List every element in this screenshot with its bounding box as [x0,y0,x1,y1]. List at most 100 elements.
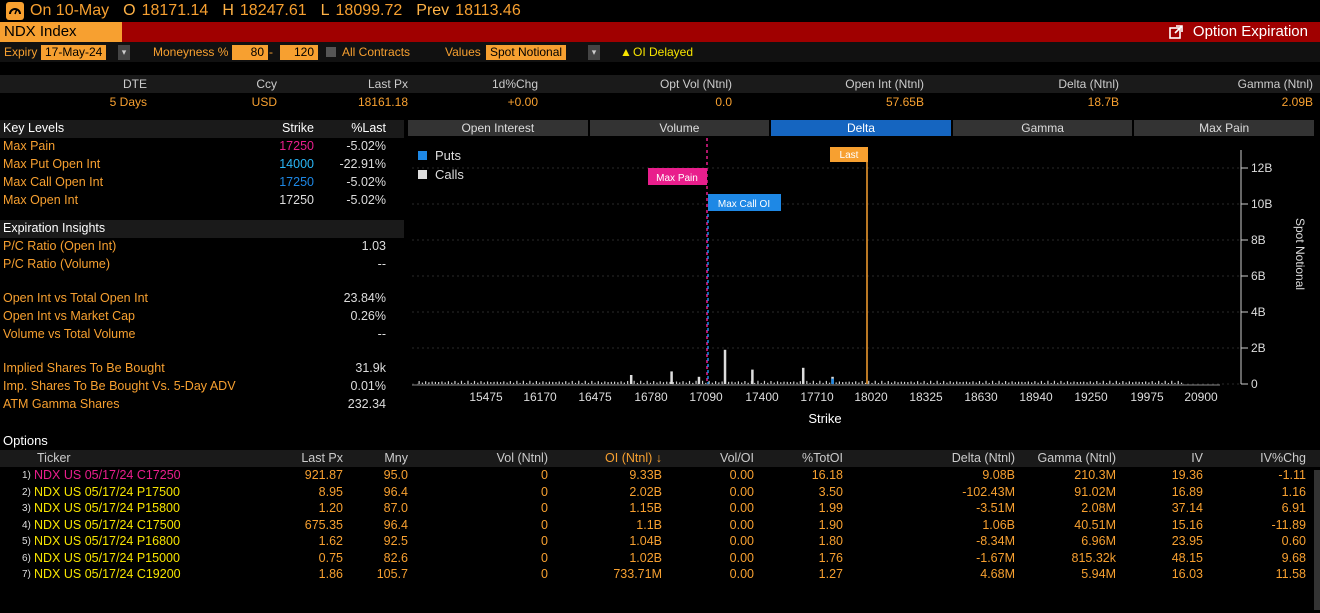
baseline-bar [1008,382,1010,384]
options-col-header[interactable]: Ticker [37,451,71,465]
options-col-header[interactable]: OI (Ntnl) ↓ [605,451,662,465]
option-ticker[interactable]: NDX US 05/17/24 C17500 [34,518,181,532]
max-call-oi-tag-label: Max Call OI [718,199,770,210]
options-col-header[interactable]: Vol/OI [720,451,754,465]
baseline-bar [747,382,749,384]
bar-calls[interactable] [751,369,754,384]
baseline-bar [890,382,893,384]
baseline-bar [1066,381,1069,384]
bar-puts[interactable] [831,378,834,384]
baseline-bar [480,381,482,384]
security-field[interactable]: NDX Index [0,22,122,42]
legend-label[interactable]: Puts [435,148,462,163]
baseline-bar [793,381,795,384]
tab-open-interest[interactable]: Open Interest [408,120,588,136]
x-tick-label: 17090 [689,390,723,404]
tab-volume[interactable]: Volume [589,120,770,136]
values-label: Values [445,45,481,59]
summary-gamma: 2.09B [1281,95,1313,109]
option-cell-ivc: 9.68 [1281,550,1306,565]
option-cell-ivc: 6.91 [1281,501,1306,515]
option-cell-iv: 19.36 [1171,468,1203,482]
tab-gamma[interactable]: Gamma [952,120,1133,136]
bar-calls[interactable] [670,371,673,384]
option-cell-oi: 1.1B [636,517,662,532]
baseline-bar [552,381,554,384]
bar-calls[interactable] [629,375,633,384]
key-level-row[interactable]: Max Open Int 17250 -5.02% [0,192,404,210]
baseline-bar [819,380,821,384]
pct-last-col-header: %Last [351,121,386,135]
option-ticker[interactable]: NDX US 05/17/24 C17250 [34,468,181,482]
bar-calls[interactable] [697,376,701,384]
summary-last: 18161.18 [357,95,408,109]
insight-row: P/C Ratio (Volume) -- [0,256,404,274]
baseline-bar [711,382,713,384]
popout-icon[interactable] [1169,25,1183,39]
option-cell-v: 0 [541,468,548,482]
options-col-header[interactable]: IV [1191,451,1203,465]
options-row[interactable]: 4) NDX US 05/17/24 C17500 675.35 96.4 0 1.1B 0… [0,517,1320,533]
baseline-bar [1092,382,1095,384]
option-cell-d: -102.43M [962,484,1015,499]
option-cell-m: 82.6 [383,550,408,565]
baseline-bar [770,381,772,384]
high-value: 18247.61 [239,2,307,19]
tab-delta[interactable]: Delta [771,120,951,136]
bar-calls[interactable] [723,349,727,384]
tab-max-pain[interactable]: Max Pain [1134,120,1314,136]
option-ticker[interactable]: NDX US 05/17/24 P15000 [34,551,180,565]
options-col-header[interactable]: Vol (Ntnl) [497,451,548,465]
options-col-header[interactable]: Mny [384,451,408,465]
function-title[interactable]: Option Expiration [1169,22,1308,42]
baseline-bar [1070,382,1072,384]
y-tick-label: 2B [1251,341,1266,355]
options-row[interactable]: 6) NDX US 05/17/24 P15000 0.75 82.6 0 1.02B 0.… [0,550,1320,566]
gauge-icon[interactable] [6,2,24,20]
option-cell-iv: 23.95 [1171,534,1203,548]
option-cell-d: 1.06B [982,517,1015,532]
expiry-dropdown-icon[interactable]: ▾ [118,45,130,60]
options-row[interactable]: 7) NDX US 05/17/24 C19200 1.86 105.7 0 733.71… [0,566,1320,582]
scrollbar[interactable] [1314,470,1320,610]
option-ticker[interactable]: NDX US 05/17/24 P15800 [34,501,180,515]
baseline-bar [1037,382,1039,384]
x-tick-label: 18940 [1019,390,1053,404]
quote-date: On 10-May [30,2,110,19]
option-ticker[interactable]: NDX US 05/17/24 P17500 [34,485,180,499]
all-contracts-checkbox[interactable] [326,47,336,57]
baseline-bar [877,382,880,384]
options-col-header[interactable]: Gamma (Ntnl) [1038,451,1116,465]
options-col-header[interactable]: Delta (Ntnl) [952,451,1015,465]
key-level-row[interactable]: Max Call Open Int 17250 -5.02% [0,174,404,192]
moneyness-high-input[interactable]: 120 [280,45,318,60]
options-title: Options [0,433,1320,450]
quote-bar: On 10-May O 18171.14 H 18247.61 L 18099.… [0,0,1320,22]
values-select[interactable]: Spot Notional [486,45,567,60]
options-col-header[interactable]: %TotOI [802,451,843,465]
options-row[interactable]: 3) NDX US 05/17/24 P15800 1.20 87.0 0 1.15B 0.… [0,500,1320,516]
key-level-row[interactable]: Max Put Open Int 14000 -22.91% [0,156,404,174]
options-col-header[interactable]: Last Px [301,451,343,465]
expiry-select[interactable]: 17-May-24 [41,45,107,60]
baseline-bar [868,380,870,384]
options-row[interactable]: 1) NDX US 05/17/24 C17250 921.87 95.0 0 9.33B… [0,467,1320,483]
baseline-bar [988,382,990,384]
baseline-bar [995,382,997,384]
baseline-bar [917,381,919,384]
baseline-bar [959,382,961,384]
option-ticker[interactable]: NDX US 05/17/24 P16800 [34,534,180,548]
values-dropdown-icon[interactable]: ▾ [588,45,600,60]
legend-label[interactable]: Calls [435,167,464,182]
options-header-row: Ticker Last Px Mny Vol (Ntnl) OI (Ntnl) ↓ Vol… [0,450,1320,467]
bar-calls[interactable] [801,367,805,384]
baseline-bar [688,380,691,384]
moneyness-low-input[interactable]: 80 [232,45,268,60]
insight-name: Open Int vs Total Open Int [3,291,148,305]
option-ticker[interactable]: NDX US 05/17/24 C19200 [34,567,181,581]
key-level-row[interactable]: Max Pain 17250 -5.02% [0,138,404,156]
options-row[interactable]: 2) NDX US 05/17/24 P17500 8.95 96.4 0 2.02B 0.… [0,484,1320,500]
delta-chart[interactable]: 0 2B 4B 6B 8B 10B 12B 15475 16170 16475 16780 17090… [408,136,1314,430]
options-col-header[interactable]: IV%Chg [1260,451,1306,465]
options-row[interactable]: 5) NDX US 05/17/24 P16800 1.62 92.5 0 1.04B 0.… [0,533,1320,549]
